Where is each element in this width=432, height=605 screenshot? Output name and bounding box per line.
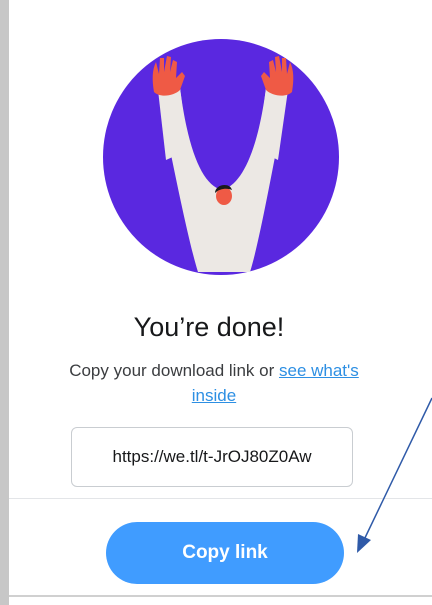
window-edge	[0, 0, 9, 605]
divider	[9, 498, 432, 499]
panel-bottom-edge	[9, 595, 432, 597]
celebrating-person-illustration	[103, 39, 339, 275]
download-link-field[interactable]: https://we.tl/t-JrOJ80Z0Aw	[71, 427, 353, 487]
subtitle: Copy your download link or see what's in…	[64, 358, 364, 408]
download-link-text: https://we.tl/t-JrOJ80Z0Aw	[112, 447, 312, 466]
page-title: You’re done!	[133, 312, 285, 342]
copy-link-button[interactable]: Copy link	[106, 522, 344, 584]
transfer-complete-panel: You’re done! Copy your download link or …	[9, 0, 432, 605]
subtitle-text: Copy your download link or	[69, 361, 279, 380]
